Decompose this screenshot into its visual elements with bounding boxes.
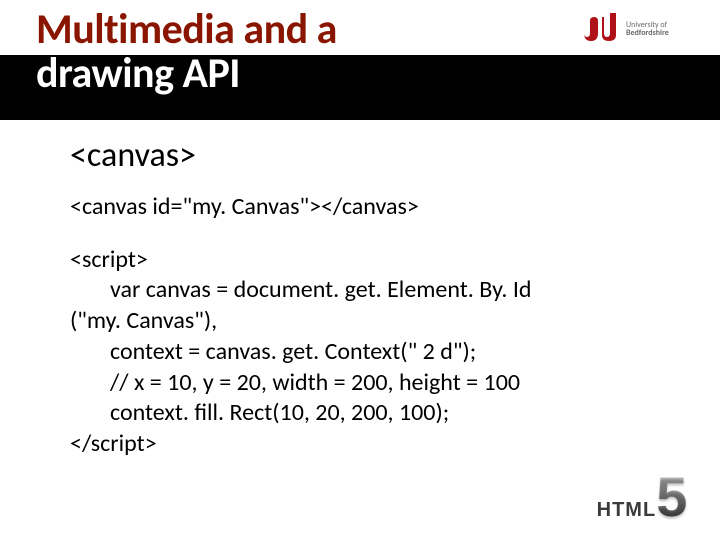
- html5-badge: HTML5: [588, 472, 696, 522]
- slide-title: Multimedia and a drawing API: [36, 8, 337, 96]
- logo-icon: [580, 11, 622, 48]
- code-line-5: // x = 10, y = 20, width = 200, height =…: [70, 368, 665, 399]
- code-line-7: </script>: [70, 429, 665, 460]
- title-line-2: drawing API: [36, 52, 337, 96]
- code-block: <script> var canvas = document. get. Ele…: [70, 245, 665, 460]
- slide: Multimedia and a drawing API University …: [0, 0, 720, 540]
- badge-number: 5: [656, 472, 687, 522]
- logo-line-2: Bedfordshire: [626, 29, 669, 37]
- code-line-1: <script>: [70, 245, 665, 276]
- code-line-6: context. fill. Rect(10, 20, 200, 100);: [70, 398, 665, 429]
- section-heading: <canvas>: [70, 135, 665, 176]
- title-band: Multimedia and a drawing API University …: [0, 0, 720, 120]
- code-example-line: <canvas id="my. Canvas"></canvas>: [70, 192, 665, 223]
- code-line-4: context = canvas. get. Context(" 2 d");: [70, 337, 665, 368]
- content-area: <canvas> <canvas id="my. Canvas"></canva…: [70, 135, 665, 460]
- badge-label: HTML: [597, 499, 657, 521]
- logo-text: University of Bedfordshire: [626, 21, 669, 37]
- code-line-2: var canvas = document. get. Element. By.…: [70, 275, 665, 306]
- university-logo: University of Bedfordshire: [580, 10, 698, 48]
- code-line-3: ("my. Canvas"),: [70, 306, 665, 337]
